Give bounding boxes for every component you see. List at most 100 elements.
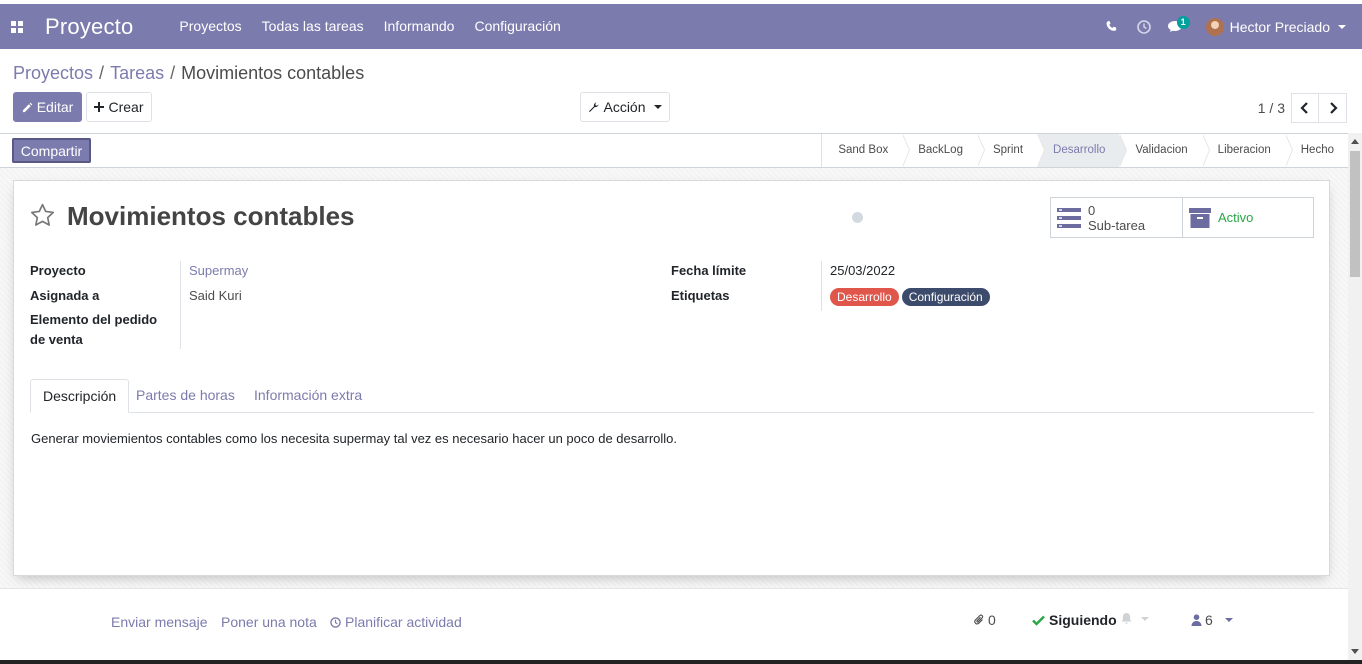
subtasks-smart-button[interactable]: 0 Sub-tarea <box>1051 198 1182 237</box>
form-sheet: Movimientos contables 0 Sub-tarea Activo… <box>13 180 1330 576</box>
send-message-button[interactable]: Enviar mensaje <box>111 614 208 630</box>
stage-sand-box[interactable]: Sand Box <box>822 134 911 167</box>
stage-backlog[interactable]: BackLog <box>902 134 985 167</box>
following-button[interactable]: Siguiendo <box>1032 612 1117 628</box>
chevron-right-icon <box>1329 102 1338 114</box>
scroll-down-arrow-icon[interactable] <box>1351 649 1359 654</box>
breadcrumb-tareas[interactable]: Tareas <box>110 63 164 83</box>
clock-icon[interactable] <box>1128 4 1160 49</box>
avatar <box>1205 17 1224 36</box>
description-text[interactable]: Generar moviemientos contables como los … <box>31 431 677 446</box>
project-label: Proyecto <box>30 263 86 278</box>
tab-descripcion[interactable]: Descripción <box>30 379 130 413</box>
menu-item-todas-las-tareas[interactable]: Todas las tareas <box>252 4 374 49</box>
wrench-icon <box>589 102 599 112</box>
assigned-label: Asignada a <box>30 288 100 303</box>
top-menu: Proyectos Todas las tareas Informando Co… <box>169 4 570 49</box>
deadline-value: 25/03/2022 <box>830 263 896 278</box>
followers-dropdown[interactable]: 6 <box>1191 612 1233 628</box>
archive-icon <box>1189 207 1211 228</box>
record-title: Movimientos contables <box>67 201 355 231</box>
pager-value[interactable]: 1 / 3 <box>1258 100 1285 116</box>
pencil-icon <box>22 102 33 112</box>
share-button[interactable]: Compartir <box>12 138 91 163</box>
page-scrollbar[interactable] <box>1348 133 1362 660</box>
stage-validacion[interactable]: Validacion <box>1119 134 1210 167</box>
active-toggle-button[interactable]: Activo <box>1182 198 1313 237</box>
user-menu[interactable]: Hector Preciado <box>1205 17 1346 36</box>
menu-item-informando[interactable]: Informando <box>374 4 465 49</box>
phone-icon[interactable] <box>1096 4 1128 49</box>
edit-button[interactable]: Editar <box>13 92 82 122</box>
stage-pipeline: Sand Box BackLog Sprint Desarrollo Valid… <box>821 134 1348 167</box>
stage-liberacion[interactable]: Liberacion <box>1201 134 1293 167</box>
attachments-button[interactable]: 0 <box>974 612 996 628</box>
tab-partes-de-horas[interactable]: Partes de horas <box>124 379 247 413</box>
star-icon[interactable] <box>30 203 55 227</box>
field-separator <box>821 261 822 311</box>
breadcrumb-separator: / <box>99 63 105 83</box>
app-brand[interactable]: Proyecto <box>45 14 133 40</box>
caret-down-icon <box>1141 616 1149 621</box>
assigned-value: Said Kuri <box>189 288 242 303</box>
messages-icon[interactable]: 1 <box>1160 4 1192 49</box>
notifications-dropdown[interactable] <box>1120 612 1149 625</box>
caret-down-icon <box>1224 618 1233 622</box>
attachments-count: 0 <box>988 612 996 628</box>
plus-icon <box>94 102 105 112</box>
check-icon <box>1032 615 1045 626</box>
user-icon <box>1191 614 1202 626</box>
action-button-label: Acción <box>603 99 646 115</box>
apps-menu-icon[interactable] <box>3 4 31 49</box>
stage-hecho[interactable]: Hecho <box>1284 134 1348 167</box>
project-value[interactable]: Supermay <box>189 261 248 281</box>
breadcrumb-proyectos[interactable]: Proyectos <box>13 63 93 83</box>
log-note-button[interactable]: Poner una nota <box>221 614 317 630</box>
breadcrumb-current: Movimientos contables <box>181 63 365 83</box>
deadline-label: Fecha límite <box>671 263 747 278</box>
pager: 1 / 3 <box>1258 93 1347 123</box>
pager-previous-button[interactable] <box>1291 93 1319 123</box>
pager-next-button[interactable] <box>1319 93 1347 123</box>
navbar-systray: 1 Hector Preciado <box>1096 4 1362 49</box>
tags-label: Etiquetas <box>671 288 730 303</box>
scroll-up-arrow-icon[interactable] <box>1351 139 1359 144</box>
user-name: Hector Preciado <box>1229 18 1330 35</box>
menu-item-configuracion[interactable]: Configuración <box>464 4 570 49</box>
following-label: Siguiendo <box>1049 612 1117 628</box>
statusbar: Compartir Sand Box BackLog Sprint Desarr… <box>0 133 1348 168</box>
caret-down-icon <box>653 105 662 109</box>
taskbar-edge <box>0 660 1362 664</box>
stage-sprint[interactable]: Sprint <box>976 134 1046 167</box>
top-navbar: Proyecto Proyectos Todas las tareas Info… <box>0 4 1362 49</box>
schedule-activity-label: Planificar actividad <box>345 614 462 630</box>
schedule-activity-button[interactable]: Planificar actividad <box>330 614 462 630</box>
notebook-tabs: Descripción Partes de horas Información … <box>30 379 1314 413</box>
subtasks-label: Sub-tarea <box>1088 217 1146 233</box>
tags-list: Desarrollo Configuración <box>830 287 993 307</box>
create-button[interactable]: Crear <box>86 92 152 122</box>
paperclip-icon <box>974 614 984 625</box>
tag-desarrollo[interactable]: Desarrollo <box>830 288 899 306</box>
menu-item-proyectos[interactable]: Proyectos <box>169 4 251 49</box>
tag-configuracion[interactable]: Configuración <box>901 288 990 306</box>
stage-desarrollo[interactable]: Desarrollo <box>1037 134 1128 167</box>
subtasks-info: 0 Sub-tarea <box>1088 203 1145 233</box>
sale-line-label: Elemento del pedido de venta <box>30 312 158 347</box>
active-label: Activo <box>1218 210 1254 225</box>
action-button[interactable]: Acción <box>580 92 670 122</box>
tasks-icon <box>1057 207 1081 228</box>
clock-icon <box>330 616 341 628</box>
smart-buttons: 0 Sub-tarea Activo <box>1050 197 1314 238</box>
kanban-state-indicator[interactable] <box>852 212 863 223</box>
tab-informacion-extra[interactable]: Información extra <box>242 379 374 413</box>
scrollbar-thumb[interactable] <box>1350 151 1360 277</box>
subtasks-count: 0 <box>1088 202 1096 218</box>
caret-down-icon <box>1338 24 1346 29</box>
followers-count: 6 <box>1205 612 1213 628</box>
breadcrumb-separator: / <box>170 63 176 83</box>
edit-button-label: Editar <box>36 99 74 115</box>
messages-badge: 1 <box>1176 16 1190 29</box>
bell-icon <box>1121 613 1132 624</box>
field-separator <box>180 261 181 349</box>
